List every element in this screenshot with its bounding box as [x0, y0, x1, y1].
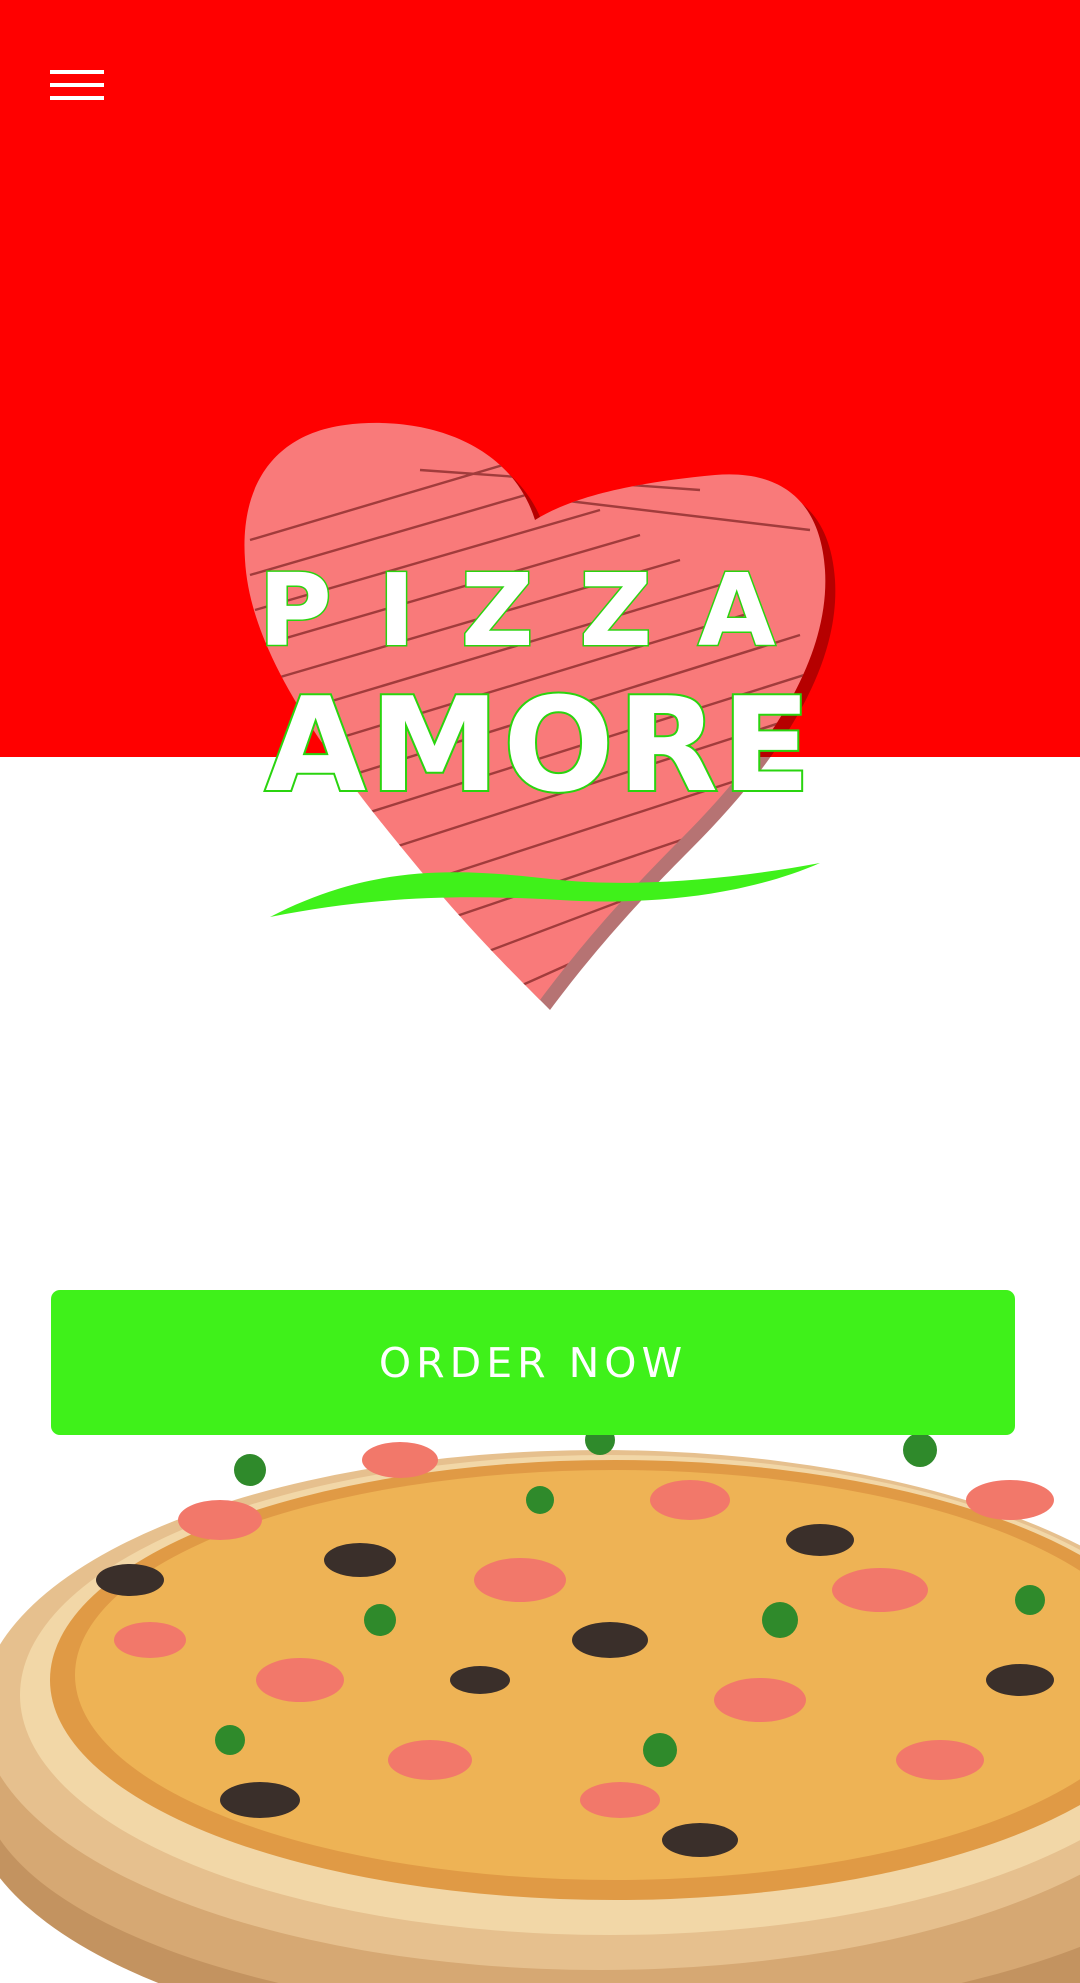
brand-line2: AMORE: [265, 669, 814, 821]
menu-button[interactable]: [38, 52, 116, 118]
seafood-pizza-image: [0, 1380, 1080, 1983]
brand-logo: PIZZA AMORE: [0, 400, 1080, 1020]
brand-line1: PIZZA: [259, 552, 822, 669]
order-now-button[interactable]: ORDER NOW: [51, 1290, 1015, 1435]
hamburger-menu-icon: [50, 70, 104, 100]
